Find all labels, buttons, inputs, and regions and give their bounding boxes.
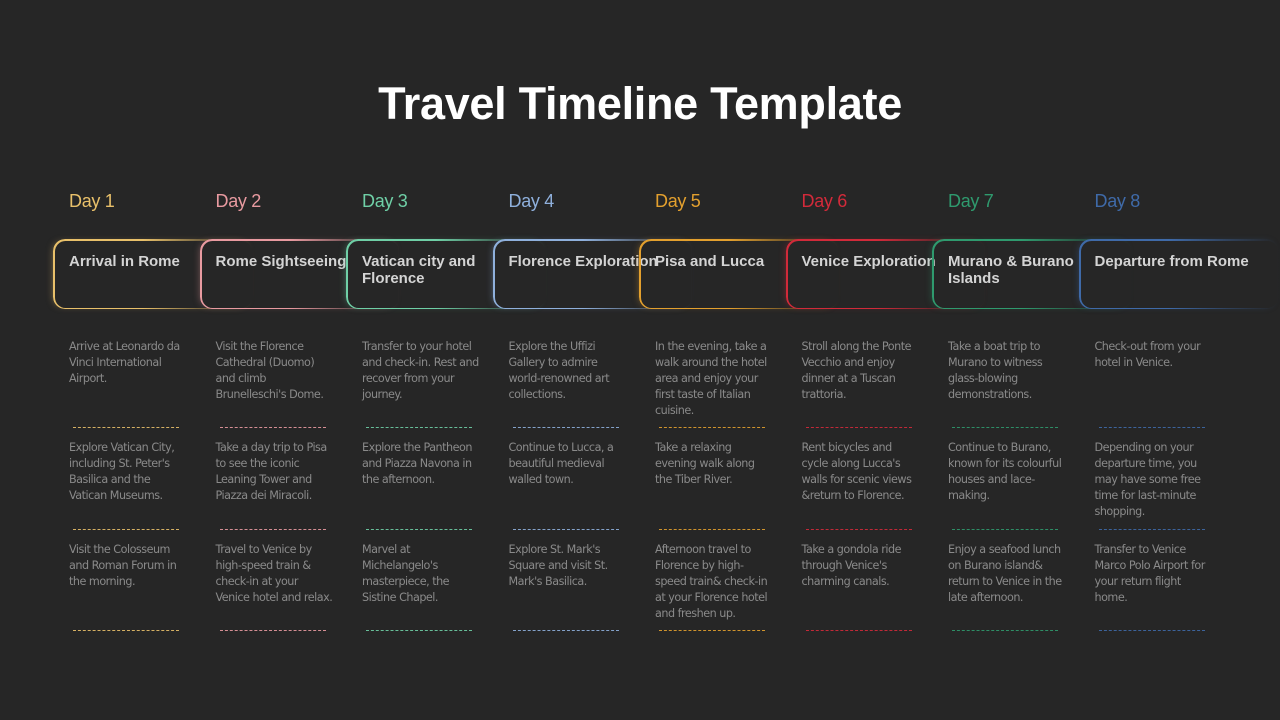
day-label: Day 6 xyxy=(801,191,848,211)
card-border xyxy=(1078,239,1279,309)
divider xyxy=(805,427,912,428)
activity-2: Explore Vatican City, including St. Pete… xyxy=(69,441,175,502)
day-column-8: Day 8 Departure from Rome Check-out from… xyxy=(1078,0,1279,720)
activity-1: Stroll along the Ponte Vecchio and enjoy… xyxy=(801,340,912,401)
divider xyxy=(659,630,765,631)
divider xyxy=(512,529,619,530)
divider xyxy=(73,630,179,631)
activity-1: Arrive at Leonardo da Vinci Internationa… xyxy=(69,340,180,385)
day-label: Day 3 xyxy=(362,191,408,211)
divider xyxy=(219,529,326,530)
day-label: Day 7 xyxy=(948,191,994,211)
divider xyxy=(219,630,326,631)
day-card-title: Departure from Rome xyxy=(1094,253,1249,270)
activity-1: Take a boat trip to Murano to witness gl… xyxy=(948,340,1043,401)
activity-1: Explore the Uffizi Gallery to admire wor… xyxy=(508,340,610,401)
activity-1: Visit the Florence Cathedral (Duomo) and… xyxy=(215,340,324,401)
divider xyxy=(659,529,765,530)
day-label: Day 5 xyxy=(655,191,701,211)
activity-3: Visit the Colosseum and Roman Forum in t… xyxy=(69,543,177,588)
activity-2: Take a relaxing evening walk along the T… xyxy=(655,441,755,486)
divider xyxy=(366,427,472,428)
activity-2: Continue to Burano, known for its colour… xyxy=(948,441,1062,502)
divider xyxy=(1098,529,1205,530)
divider xyxy=(659,427,765,428)
divider xyxy=(512,630,619,631)
activity-3: Afternoon travel to Florence by high-spe… xyxy=(655,543,768,620)
activity-2: Explore the Pantheon and Piazza Navona i… xyxy=(362,441,472,486)
divider xyxy=(805,630,912,631)
divider xyxy=(219,427,326,428)
activity-3: Take a gondola ride through Venice's cha… xyxy=(801,543,902,588)
divider xyxy=(805,529,912,530)
activity-1: In the evening, take a walk around the h… xyxy=(655,340,767,417)
day-label: Day 1 xyxy=(69,191,115,211)
activity-3: Enjoy a seafood lunch on Burano island& … xyxy=(948,543,1062,604)
activity-2: Continue to Lucca, a beautiful medieval … xyxy=(508,441,614,486)
day-label: Day 8 xyxy=(1094,191,1141,211)
divider xyxy=(952,630,1058,631)
activity-3: Travel to Venice by high-speed train & c… xyxy=(215,543,333,604)
day-label: Day 4 xyxy=(508,191,555,211)
day-card-8[interactable]: Departure from Rome xyxy=(1078,239,1279,309)
divider xyxy=(366,529,472,530)
divider xyxy=(1098,630,1205,631)
activity-3: Transfer to Venice Marco Polo Airport fo… xyxy=(1094,543,1206,604)
activity-3: Marvel at Michelangelo's masterpiece, th… xyxy=(362,543,450,604)
activity-2: Take a day trip to Pisa to see the iconi… xyxy=(215,441,328,502)
divider xyxy=(1098,427,1205,428)
divider xyxy=(366,630,472,631)
divider xyxy=(952,529,1058,530)
activity-2: Depending on your departure time, you ma… xyxy=(1094,441,1202,518)
activity-1: Check-out from your hotel in Venice. xyxy=(1094,340,1201,369)
divider xyxy=(512,427,619,428)
day-label: Day 2 xyxy=(215,191,262,211)
divider xyxy=(73,427,179,428)
divider xyxy=(73,529,179,530)
activity-3: Explore St. Mark's Square and visit St. … xyxy=(508,543,609,588)
divider xyxy=(952,427,1058,428)
activity-2: Rent bicycles and cycle along Lucca's wa… xyxy=(801,441,912,502)
activity-1: Transfer to your hotel and check-in. Res… xyxy=(362,340,479,401)
